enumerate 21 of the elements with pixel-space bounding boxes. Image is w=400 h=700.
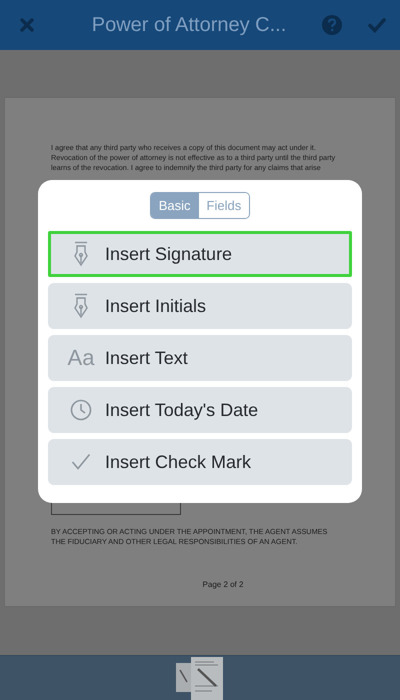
menu-item[interactable]: Aa Insert Text (48, 335, 352, 381)
clock-icon (70, 399, 92, 421)
document-title: Power of Attorney C... (90, 14, 288, 36)
page-thumbnails-drawing[interactable] (176, 656, 224, 700)
menu-item[interactable]: Insert Initials (48, 283, 352, 329)
checkmark-icon[interactable] (368, 18, 386, 32)
close-icon[interactable] (20, 18, 34, 32)
check-icon (71, 453, 91, 471)
menu-item[interactable]: Insert Signature (48, 231, 352, 277)
pen-nib-icon (73, 293, 89, 319)
menu-item-label: Insert Text (105, 348, 188, 368)
menu-item-label: Insert Check Mark (105, 452, 252, 472)
page-number: Page 2 of 2 (202, 580, 244, 589)
menu-item[interactable]: Insert Today's Date (48, 387, 352, 433)
menu-item-label: Insert Initials (105, 296, 206, 316)
help-icon[interactable] (322, 15, 342, 35)
menu-item-label: Insert Today's Date (105, 400, 258, 420)
pen-nib-icon (73, 241, 89, 267)
menu-item[interactable]: Insert Check Mark (48, 439, 352, 485)
text-icon: Aa (68, 345, 94, 371)
menu-item-label: Insert Signature (105, 244, 232, 264)
